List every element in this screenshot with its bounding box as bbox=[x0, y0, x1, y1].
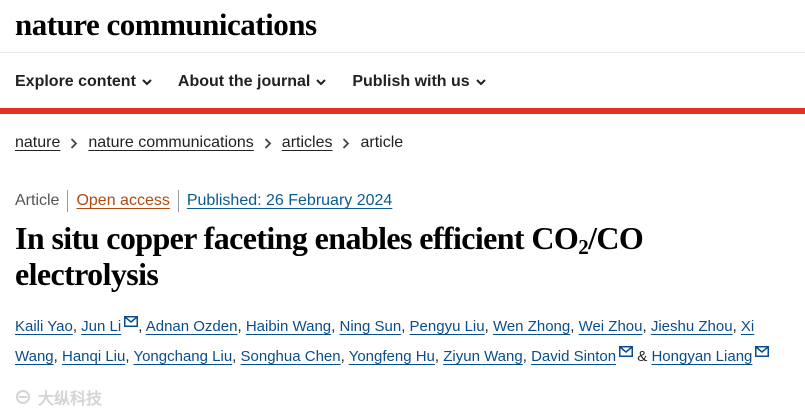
chevron-right-icon bbox=[264, 137, 272, 149]
author-link[interactable]: Hanqi Liu bbox=[62, 348, 125, 365]
watermark-logo-icon bbox=[16, 390, 30, 404]
author-link[interactable]: Kaili Yao bbox=[15, 318, 73, 335]
author-and: & bbox=[633, 348, 652, 365]
breadcrumb-articles[interactable]: articles bbox=[282, 134, 333, 152]
author-list: Kaili Yao, Jun Li, Adnan Ozden, Haibin W… bbox=[15, 312, 785, 372]
nav-explore-content[interactable]: Explore content bbox=[15, 73, 152, 91]
author-separator: , bbox=[434, 348, 444, 365]
author-separator: , bbox=[232, 348, 241, 365]
watermark-text: 大纵科技 bbox=[38, 391, 103, 408]
author-link[interactable]: Haibin Wang bbox=[246, 318, 331, 335]
mail-icon[interactable] bbox=[755, 346, 770, 357]
article-meta: Article Open access Published: 26 Februa… bbox=[15, 190, 392, 212]
author-separator: , bbox=[401, 318, 410, 335]
chevron-down-icon bbox=[316, 78, 327, 85]
breadcrumb-nature-communications[interactable]: nature communications bbox=[88, 134, 253, 152]
nav-item-label: Publish with us bbox=[352, 73, 470, 90]
article-title: In situ copper faceting enables efficien… bbox=[15, 220, 785, 292]
author-separator: , bbox=[340, 348, 349, 365]
title-part-1: In situ copper faceting enables efficien… bbox=[15, 220, 579, 256]
author-link[interactable]: Songhua Chen bbox=[241, 348, 341, 365]
author-link[interactable]: Adnan Ozden bbox=[146, 318, 238, 335]
nav-about-journal[interactable]: About the journal bbox=[177, 73, 327, 91]
chevron-right-icon bbox=[343, 137, 350, 149]
author-link[interactable]: Hongyan Liang bbox=[651, 348, 752, 365]
author-separator: , bbox=[642, 318, 651, 335]
mail-icon[interactable] bbox=[619, 346, 634, 357]
author-separator: , bbox=[237, 318, 246, 335]
author-separator: , bbox=[484, 318, 493, 335]
author-link[interactable]: Jun Li bbox=[81, 318, 121, 335]
author-link[interactable]: Jieshu Zhou bbox=[651, 318, 733, 335]
main-nav: Explore content About the journal Publis… bbox=[15, 70, 512, 94]
author-separator: , bbox=[138, 318, 146, 335]
chevron-down-icon bbox=[142, 78, 152, 85]
header-divider bbox=[0, 52, 805, 53]
author-link[interactable]: Pengyu Liu bbox=[410, 318, 485, 335]
open-access-link[interactable]: Open access bbox=[76, 192, 169, 210]
breadcrumb-nature[interactable]: nature bbox=[15, 134, 60, 152]
header-accent-bar bbox=[0, 108, 805, 114]
title-subscript: 2 bbox=[578, 235, 589, 259]
watermark: 大纵科技 bbox=[14, 385, 102, 409]
mail-icon[interactable] bbox=[124, 316, 139, 327]
breadcrumb-current: article bbox=[360, 134, 404, 151]
meta-divider bbox=[177, 190, 179, 212]
author-separator: , bbox=[570, 318, 579, 335]
author-link[interactable]: Ning Sun bbox=[339, 318, 401, 335]
journal-logo[interactable]: nature communications bbox=[15, 5, 317, 45]
chevron-right-icon bbox=[71, 137, 78, 149]
nav-item-label: Explore content bbox=[15, 73, 136, 90]
chevron-down-icon bbox=[475, 78, 486, 85]
meta-divider bbox=[67, 190, 69, 212]
author-link[interactable]: David Sinton bbox=[531, 348, 616, 365]
author-link[interactable]: Yongfeng Hu bbox=[349, 348, 435, 365]
breadcrumb: nature nature communications articles ar… bbox=[15, 134, 403, 152]
article-type: Article bbox=[15, 192, 60, 209]
author-link[interactable]: Wei Zhou bbox=[579, 318, 643, 335]
author-link[interactable]: Yongchang Liu bbox=[133, 348, 232, 365]
published-date: Published: 26 February 2024 bbox=[186, 192, 393, 209]
author-separator: , bbox=[53, 348, 62, 365]
author-link[interactable]: Ziyun Wang bbox=[443, 348, 522, 365]
author-separator: , bbox=[72, 318, 82, 335]
author-link[interactable]: Wen Zhong bbox=[493, 318, 570, 335]
nav-publish-with-us[interactable]: Publish with us bbox=[352, 73, 486, 91]
nav-item-label: About the journal bbox=[177, 73, 311, 90]
author-separator: , bbox=[732, 318, 741, 335]
author-separator: , bbox=[522, 348, 532, 365]
